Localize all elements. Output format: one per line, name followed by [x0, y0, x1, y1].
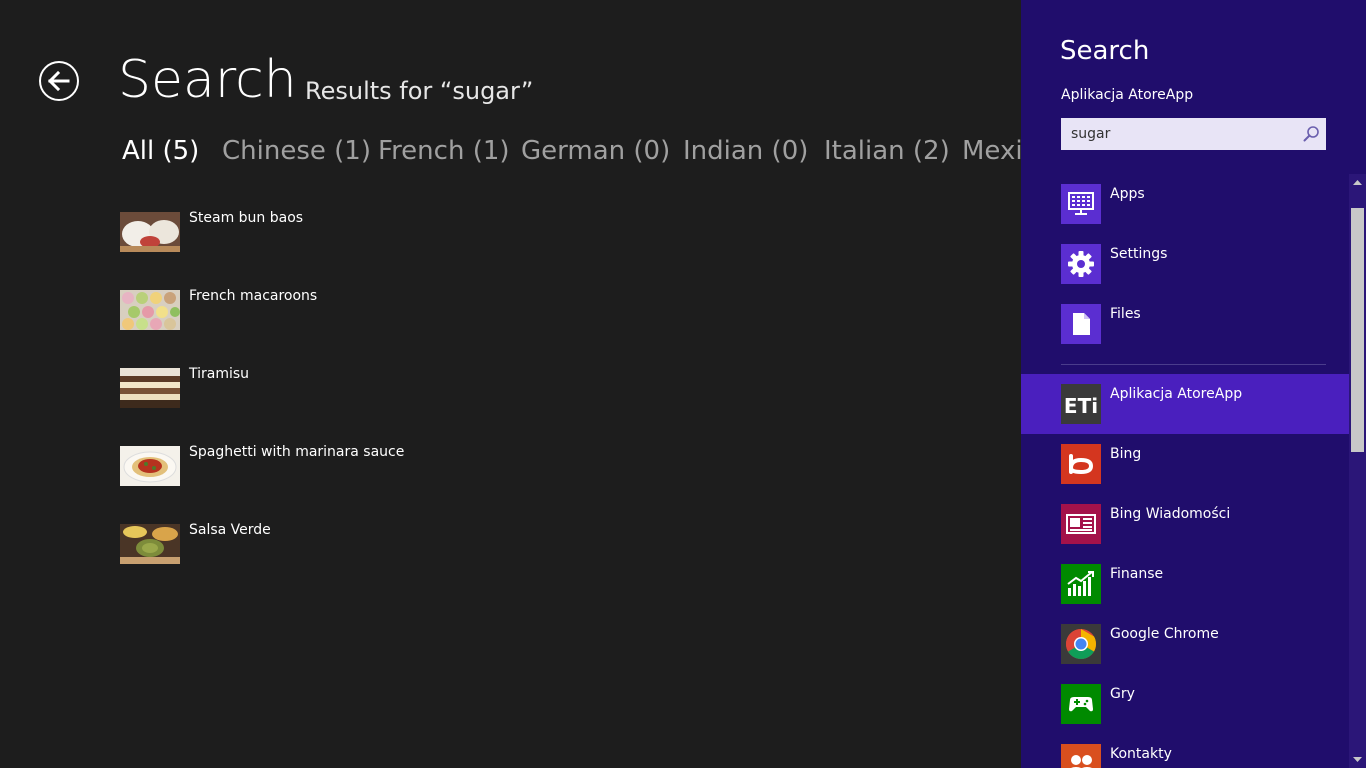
- app-label: Google Chrome: [1110, 626, 1219, 642]
- app-google-chrome[interactable]: Google Chrome: [1021, 614, 1349, 674]
- scope-label: Settings: [1110, 246, 1168, 262]
- monitor-icon: [1061, 184, 1101, 224]
- scope-label: Apps: [1110, 186, 1145, 202]
- charm-title: Search: [1060, 36, 1150, 66]
- result-label: Tiramisu: [189, 366, 250, 382]
- app-finanse[interactable]: Finanse: [1021, 554, 1349, 614]
- app-label: Bing: [1110, 446, 1142, 462]
- search-charm-pane: Search Aplikacja AtoreApp Apps: [1021, 0, 1366, 768]
- app-bing[interactable]: Bing: [1021, 434, 1349, 494]
- result-label: Salsa Verde: [189, 522, 271, 538]
- scroll-up-arrow-icon[interactable]: [1349, 174, 1366, 191]
- file-icon: [1061, 304, 1101, 344]
- result-item[interactable]: Salsa Verde: [120, 522, 520, 564]
- result-thumbnail: [120, 212, 180, 252]
- charm-app-name: Aplikacja AtoreApp: [1061, 87, 1194, 103]
- gamepad-icon: [1061, 684, 1101, 724]
- app-label: Bing Wiadomości: [1110, 506, 1231, 522]
- app-label: Aplikacja AtoreApp: [1110, 386, 1243, 402]
- app-gry[interactable]: Gry: [1021, 674, 1349, 734]
- scrollbar[interactable]: [1349, 174, 1366, 768]
- main-content: Search Results for “sugar” All (5) Chine…: [0, 0, 1021, 768]
- eti-logo-icon: ETi: [1061, 384, 1101, 424]
- app-bing-wiadomosci[interactable]: Bing Wiadomości: [1021, 494, 1349, 554]
- app-label: Finanse: [1110, 566, 1164, 582]
- scrollbar-thumb[interactable]: [1351, 208, 1364, 452]
- scope-files[interactable]: Files: [1021, 294, 1349, 354]
- app-aplikacja-atoreapp[interactable]: ETi Aplikacja AtoreApp: [1021, 374, 1349, 434]
- gear-icon: [1061, 244, 1101, 284]
- results-for-text: Results for “sugar”: [305, 77, 534, 105]
- result-thumbnail: [120, 446, 180, 486]
- result-item[interactable]: Steam bun baos: [120, 210, 520, 252]
- result-label: Steam bun baos: [189, 210, 304, 226]
- divider: [1061, 364, 1326, 365]
- search-input[interactable]: [1061, 118, 1306, 150]
- filter-mexican[interactable]: Mexican (1): [962, 134, 1021, 168]
- filter-german[interactable]: German (0): [521, 134, 670, 168]
- scope-settings[interactable]: Settings: [1021, 234, 1349, 294]
- result-item[interactable]: French macaroons: [120, 288, 520, 330]
- page-title: Search: [118, 50, 297, 110]
- app-label: Gry: [1110, 686, 1135, 702]
- filter-all[interactable]: All (5): [122, 134, 199, 168]
- result-thumbnail: [120, 524, 180, 564]
- result-thumbnail: [120, 290, 180, 330]
- filter-indian[interactable]: Indian (0): [683, 134, 808, 168]
- finance-chart-icon: [1061, 564, 1101, 604]
- svg-text:ETi: ETi: [1064, 394, 1098, 418]
- result-label: Spaghetti with marinara sauce: [189, 444, 405, 460]
- people-icon: [1061, 744, 1101, 768]
- result-thumbnail: [120, 368, 180, 408]
- result-item[interactable]: Tiramisu: [120, 366, 520, 408]
- result-label: French macaroons: [189, 288, 318, 304]
- scroll-down-arrow-icon[interactable]: [1349, 751, 1366, 768]
- back-arrow-icon: [47, 70, 70, 92]
- chrome-icon: [1061, 624, 1101, 664]
- filter-french[interactable]: French (1): [378, 134, 510, 168]
- app-label: Kontakty: [1110, 746, 1172, 762]
- result-item[interactable]: Spaghetti with marinara sauce: [120, 444, 520, 486]
- search-box: [1061, 118, 1326, 150]
- scope-label: Files: [1110, 306, 1141, 322]
- news-icon: [1061, 504, 1101, 544]
- app-kontakty[interactable]: Kontakty: [1021, 734, 1349, 768]
- back-button[interactable]: [39, 61, 79, 101]
- bing-icon: [1061, 444, 1101, 484]
- search-icon[interactable]: [1302, 125, 1320, 143]
- filter-italian[interactable]: Italian (2): [824, 134, 950, 168]
- filter-chinese[interactable]: Chinese (1): [222, 134, 371, 168]
- scope-apps[interactable]: Apps: [1021, 174, 1349, 234]
